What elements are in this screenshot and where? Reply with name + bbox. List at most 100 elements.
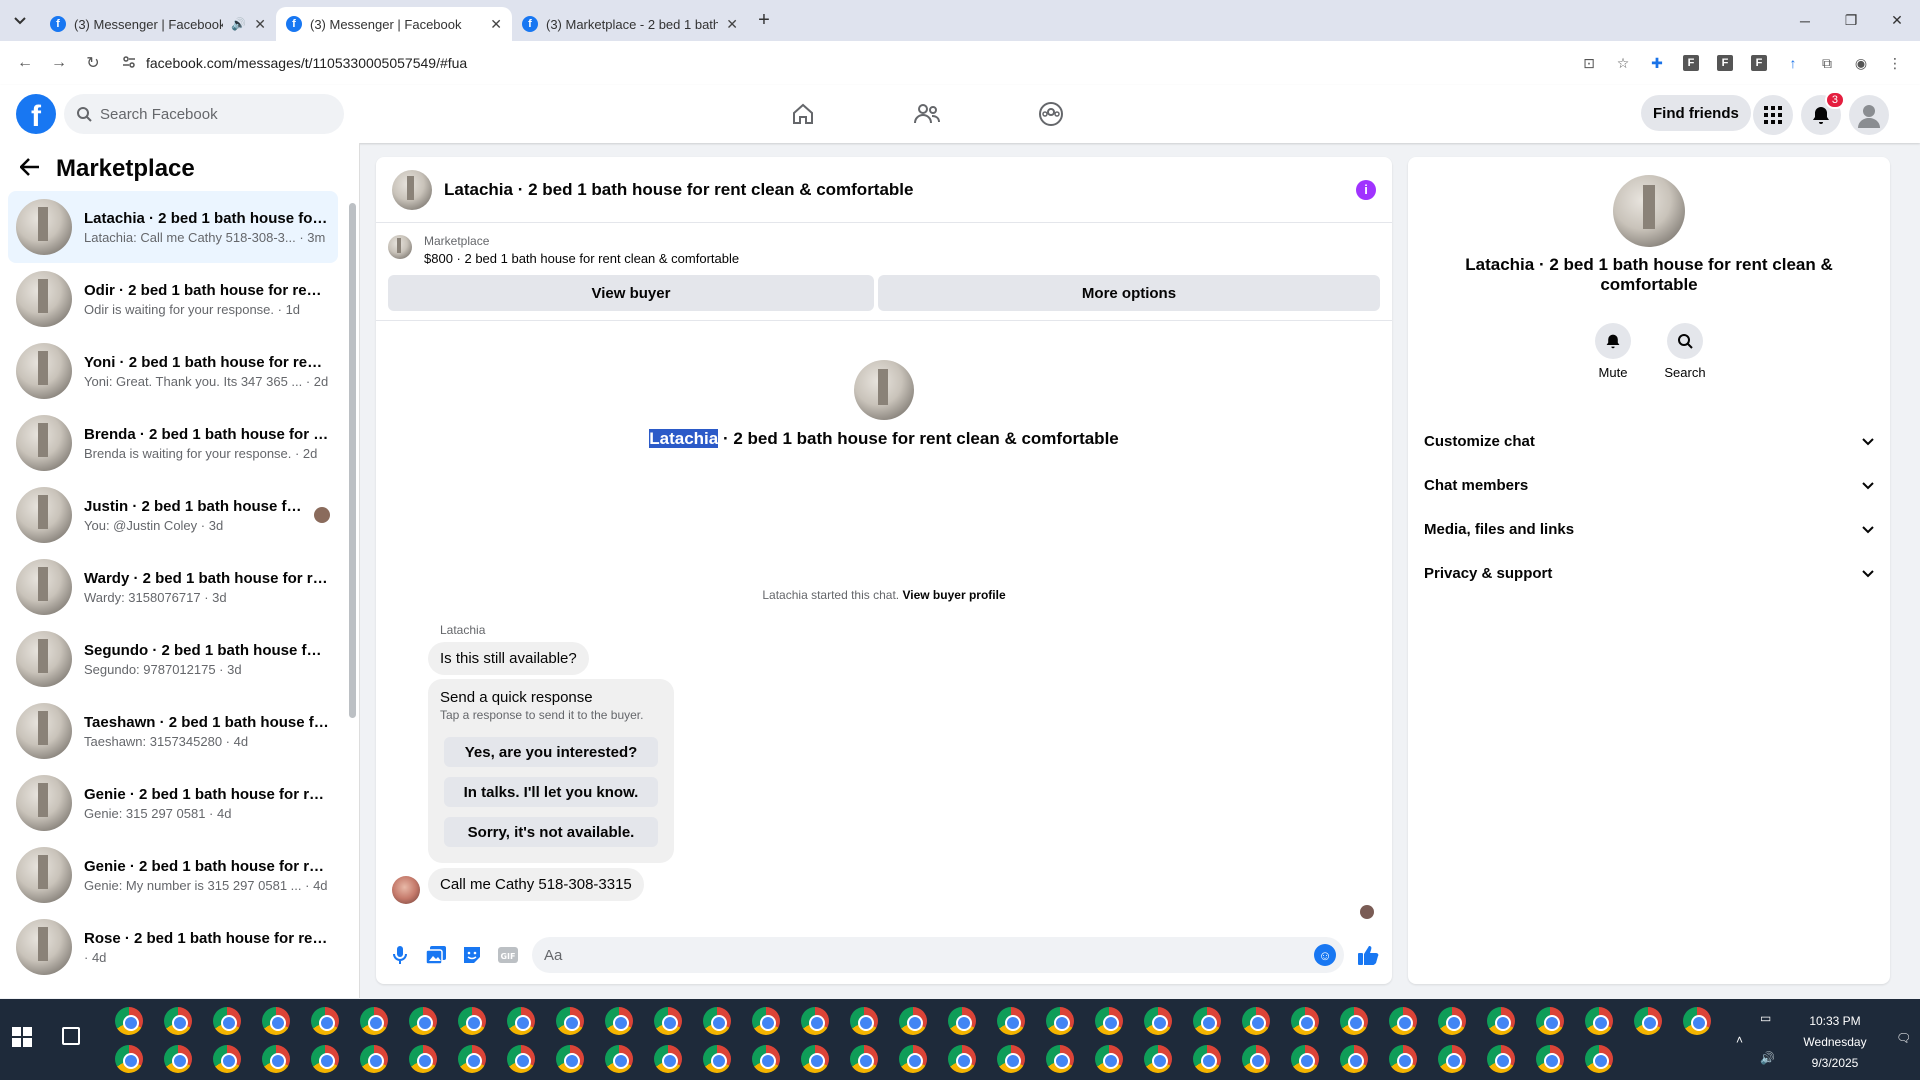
chrome-app-icon[interactable] <box>1633 1007 1662 1035</box>
conversation-item[interactable]: Wardy · 2 bed 1 bath house for rent clea… <box>8 551 338 623</box>
info-avatar[interactable] <box>1613 175 1685 247</box>
conversation-item[interactable]: Segundo · 2 bed 1 bath house for rent cl… <box>8 623 338 695</box>
browser-tab-3[interactable]: f (3) Marketplace - 2 bed 1 bath ✕ <box>512 7 748 41</box>
tray-chevron-icon[interactable]: ˄ <box>1736 1033 1743 1047</box>
chrome-app-icon[interactable] <box>1290 1045 1319 1073</box>
chrome-app-icon[interactable] <box>1143 1045 1172 1073</box>
chrome-app-icon[interactable] <box>457 1007 486 1035</box>
clock[interactable]: 10:33 PM Wednesday 9/3/2025 <box>1790 1011 1880 1074</box>
sidebar-scrollbar[interactable] <box>349 203 356 718</box>
conversation-item[interactable]: Brenda · 2 bed 1 bath house for rent cle… <box>8 407 338 479</box>
tab-search-menu-button[interactable] <box>0 0 40 41</box>
chrome-app-icon[interactable] <box>1437 1007 1466 1035</box>
chrome-app-icon[interactable] <box>849 1007 878 1035</box>
chrome-app-icon[interactable] <box>359 1045 388 1073</box>
chrome-app-icon[interactable] <box>555 1045 584 1073</box>
chrome-app-icon[interactable] <box>1094 1007 1123 1035</box>
message-input[interactable]: Aa ☺ <box>532 937 1344 973</box>
reload-icon[interactable]: ↻ <box>78 48 108 78</box>
chrome-app-icon[interactable] <box>457 1045 486 1073</box>
menu-grid-button[interactable] <box>1753 95 1793 135</box>
account-avatar[interactable] <box>1849 95 1889 135</box>
listing-thumbnail[interactable] <box>388 235 412 259</box>
extension-puzzle-blue-icon[interactable]: ✚ <box>1642 48 1672 78</box>
conversation-item[interactable]: Yoni · 2 bed 1 bath house for rent clean… <box>8 335 338 407</box>
chrome-app-icon[interactable] <box>1584 1007 1613 1035</box>
bookmark-star-icon[interactable]: ☆ <box>1608 48 1638 78</box>
conversation-item[interactable]: Odir · 2 bed 1 bath house for rent clean… <box>8 263 338 335</box>
chrome-app-icon[interactable] <box>408 1007 437 1035</box>
chrome-app-icon[interactable] <box>1388 1045 1417 1073</box>
extension-f-icon[interactable]: F <box>1744 48 1774 78</box>
privacy-support-row[interactable]: Privacy & support <box>1424 551 1874 595</box>
chrome-app-icon[interactable] <box>996 1007 1025 1035</box>
chrome-app-icon[interactable] <box>604 1045 633 1073</box>
chat-avatar[interactable] <box>392 169 432 210</box>
extension-arrow-icon[interactable]: ↑ <box>1778 48 1808 78</box>
site-info-icon[interactable] <box>122 55 136 72</box>
chrome-app-icon[interactable] <box>1339 1045 1368 1073</box>
task-view-icon[interactable] <box>62 1027 80 1045</box>
close-tab-icon[interactable]: ✕ <box>254 16 266 33</box>
chrome-app-icon[interactable] <box>1437 1045 1466 1073</box>
conversation-item[interactable]: Genie · 2 bed 1 bath house for rent clea… <box>8 767 338 839</box>
message-bubble[interactable]: Is this still available? <box>428 642 589 675</box>
chrome-app-icon[interactable] <box>1535 1007 1564 1035</box>
view-buyer-button[interactable]: View buyer <box>388 275 874 311</box>
browser-tab-1[interactable]: f (3) Messenger | Facebook 🔊 ✕ <box>40 7 276 41</box>
gif-icon[interactable]: GIF <box>496 943 520 967</box>
chrome-app-icon[interactable] <box>1388 1007 1417 1035</box>
chrome-app-icon[interactable] <box>604 1007 633 1035</box>
address-bar[interactable]: facebook.com/messages/t/1105330005057549… <box>112 47 1550 79</box>
listing-price-title[interactable]: $800 · 2 bed 1 bath house for rent clean… <box>424 251 739 266</box>
chrome-app-icon[interactable] <box>1339 1007 1368 1035</box>
search-facebook-input[interactable]: Search Facebook <box>64 94 344 134</box>
sender-avatar[interactable] <box>392 876 420 904</box>
close-tab-icon[interactable]: ✕ <box>726 16 738 33</box>
chrome-app-icon[interactable] <box>702 1007 731 1035</box>
chrome-app-icon[interactable] <box>947 1045 976 1073</box>
chrome-app-icon[interactable] <box>1192 1045 1221 1073</box>
chat-title[interactable]: Latachia · 2 bed 1 bath house for rent c… <box>444 180 1344 200</box>
chrome-app-icon[interactable] <box>555 1007 584 1035</box>
chrome-app-icon[interactable] <box>1584 1045 1613 1073</box>
photo-icon[interactable] <box>424 943 448 967</box>
friends-icon[interactable] <box>913 95 941 133</box>
notifications-button[interactable]: 3 <box>1801 91 1845 135</box>
home-icon[interactable] <box>790 95 816 133</box>
chrome-app-icon[interactable] <box>212 1007 241 1035</box>
chrome-app-icon[interactable] <box>1094 1045 1123 1073</box>
conversation-item[interactable]: Justin · 2 bed 1 bath house for rent cle… <box>8 479 338 551</box>
chrome-app-icon[interactable] <box>947 1007 976 1035</box>
chrome-app-icon[interactable] <box>506 1007 535 1035</box>
chrome-app-icon[interactable] <box>1143 1007 1172 1035</box>
mute-action[interactable]: Mute <box>1583 323 1643 380</box>
chrome-app-icon[interactable] <box>1682 1007 1711 1035</box>
chrome-app-icon[interactable] <box>1535 1045 1564 1073</box>
view-buyer-profile-link[interactable]: View buyer profile <box>902 588 1005 602</box>
chrome-app-icon[interactable] <box>1192 1007 1221 1035</box>
quick-response-in-talks-button[interactable]: In talks. I'll let you know. <box>444 777 658 807</box>
chrome-app-icon[interactable] <box>849 1045 878 1073</box>
chrome-app-icon[interactable] <box>702 1045 731 1073</box>
browser-menu-icon[interactable]: ⋮ <box>1880 48 1910 78</box>
chrome-app-icon[interactable] <box>1241 1007 1270 1035</box>
chrome-app-icon[interactable] <box>114 1007 143 1035</box>
chrome-app-icon[interactable] <box>212 1045 241 1073</box>
chrome-app-icon[interactable] <box>359 1007 388 1035</box>
chrome-app-icon[interactable] <box>800 1007 829 1035</box>
volume-icon[interactable]: 🔊 <box>1760 1051 1775 1065</box>
back-icon[interactable]: ← <box>10 48 40 78</box>
thumbs-up-icon[interactable] <box>1356 943 1380 967</box>
media-files-links-row[interactable]: Media, files and links <box>1424 507 1874 551</box>
speaker-icon[interactable]: 🔊 <box>231 17 246 31</box>
network-icon[interactable]: ▭ <box>1760 1011 1771 1025</box>
chrome-app-icon[interactable] <box>114 1045 143 1073</box>
groups-icon[interactable] <box>1038 95 1064 133</box>
restore-icon[interactable]: ❐ <box>1828 0 1874 41</box>
chrome-app-icon[interactable] <box>310 1045 339 1073</box>
chrome-app-icon[interactable] <box>1045 1007 1074 1035</box>
message-bubble[interactable]: Call me Cathy 518-308-3315 <box>428 868 644 901</box>
chrome-app-icon[interactable] <box>898 1045 927 1073</box>
back-arrow-icon[interactable] <box>19 155 40 183</box>
